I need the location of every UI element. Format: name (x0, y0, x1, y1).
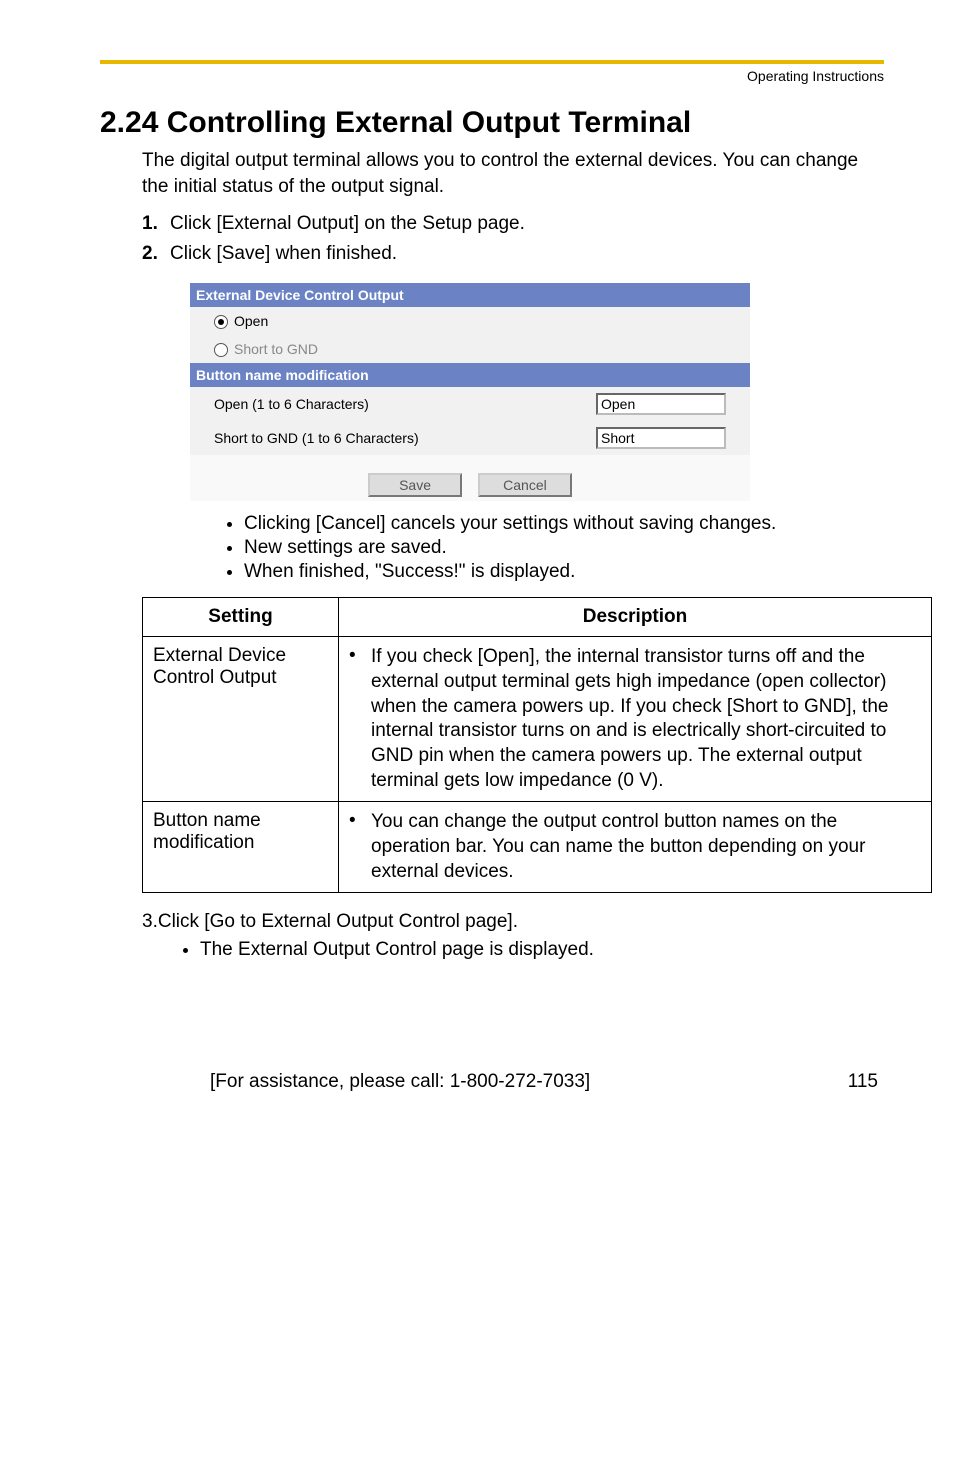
page-title: 2.24 Controlling External Output Termina… (100, 106, 884, 140)
cell-description: • If you check [Open], the internal tran… (339, 637, 932, 802)
note-item: New settings are saved. (244, 537, 884, 559)
section-header-button-name: Button name modification (190, 363, 750, 387)
cell-description: • You can change the output control butt… (339, 802, 932, 893)
open-field-label: Open (1 to 6 Characters) (214, 396, 554, 412)
radio-short-icon[interactable] (214, 343, 228, 357)
step-text: Click [Go to External Output Control pag… (158, 911, 518, 933)
radio-row-short[interactable]: Short to GND (190, 335, 750, 363)
step-number: 2. (142, 243, 170, 265)
cell-setting: External Device Control Output (143, 637, 339, 802)
intro-text: The digital output terminal allows you t… (142, 148, 884, 199)
footer-assist: [For assistance, please call: 1-800-272-… (210, 1071, 590, 1093)
step-list: 1. Click [External Output] on the Setup … (142, 213, 884, 265)
sub-item: The External Output Control page is disp… (200, 939, 884, 961)
step-1: 1. Click [External Output] on the Setup … (142, 213, 884, 235)
step-text: Click [External Output] on the Setup pag… (170, 213, 525, 235)
radio-short-label: Short to GND (234, 341, 318, 357)
screenshot-panel: External Device Control Output Open Shor… (190, 283, 750, 501)
table-row: External Device Control Output • If you … (143, 637, 932, 802)
th-description: Description (339, 598, 932, 637)
note-item: When finished, "Success!" is displayed. (244, 561, 884, 583)
radio-open-label: Open (234, 313, 268, 329)
short-field-label: Short to GND (1 to 6 Characters) (214, 430, 554, 446)
step-2: 2. Click [Save] when finished. (142, 243, 884, 265)
save-button[interactable]: Save (368, 473, 462, 497)
radio-row-open[interactable]: Open (190, 307, 750, 335)
bullet-icon: • (349, 645, 371, 793)
step-list-3: 3. Click [Go to External Output Control … (142, 911, 884, 933)
settings-table: Setting Description External Device Cont… (142, 597, 932, 893)
table-header-row: Setting Description (143, 598, 932, 637)
step-number: 3. (142, 911, 158, 933)
th-setting: Setting (143, 598, 339, 637)
cell-text: You can change the output control button… (371, 810, 921, 884)
cell-setting: Button name modification (143, 802, 339, 893)
step-3-sub: The External Output Control page is disp… (200, 939, 884, 961)
radio-open-icon[interactable] (214, 315, 228, 329)
footer-page-number: 115 (848, 1071, 878, 1093)
cancel-button[interactable]: Cancel (478, 473, 572, 497)
cell-text: If you check [Open], the internal transi… (371, 645, 921, 793)
short-field-input[interactable]: Short (596, 427, 726, 449)
field-row-short: Short to GND (1 to 6 Characters) Short (190, 421, 750, 455)
bullet-icon: • (349, 810, 371, 884)
step-3: 3. Click [Go to External Output Control … (142, 911, 884, 933)
spacer (190, 455, 750, 465)
field-row-open: Open (1 to 6 Characters) Open (190, 387, 750, 421)
step-number: 1. (142, 213, 170, 235)
notes-list: Clicking [Cancel] cancels your settings … (244, 513, 884, 583)
note-item: Clicking [Cancel] cancels your settings … (244, 513, 884, 535)
open-field-input[interactable]: Open (596, 393, 726, 415)
step-text: Click [Save] when finished. (170, 243, 397, 265)
button-row: Save Cancel (190, 465, 750, 501)
section-header-output: External Device Control Output (190, 283, 750, 307)
table-row: Button name modification • You can chang… (143, 802, 932, 893)
header-rule (100, 60, 884, 64)
header-doc-title: Operating Instructions (100, 68, 884, 84)
page-footer: [For assistance, please call: 1-800-272-… (100, 1071, 884, 1093)
